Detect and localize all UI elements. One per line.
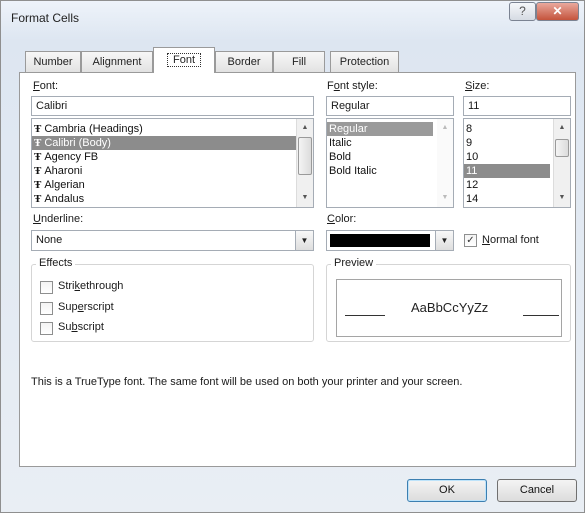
list-item[interactable]: Italic [327, 136, 453, 150]
scroll-up-arrow-icon[interactable]: ▲ [437, 121, 453, 135]
list-item[interactable]: Ŧ Cambria (Headings) [32, 122, 313, 136]
font-item-label: Cambria (Headings) [44, 123, 143, 135]
chevron-down-icon[interactable]: ▼ [295, 231, 313, 250]
font-input[interactable]: Calibri [31, 96, 314, 116]
font-style-label-rest: nt style: [339, 80, 378, 92]
list-item[interactable]: Ŧ Agency FB [32, 150, 313, 164]
size-list[interactable]: 8 9 10 11 12 14 ▲ ▼ [463, 118, 571, 208]
subscript-checkbox[interactable] [40, 322, 53, 335]
list-item[interactable]: Bold [327, 150, 453, 164]
font-list[interactable]: Ŧ Cambria (Headings) Ŧ Calibri (Body) Ŧ Age… [31, 118, 314, 208]
list-item[interactable]: 11 [464, 164, 550, 178]
font-item-label: Algerian [44, 179, 85, 191]
list-item[interactable]: Ŧ Andalus [32, 192, 313, 206]
list-item[interactable]: Ŧ Aharoni [32, 164, 313, 178]
preview-box: AaBbCcYyZz [336, 279, 562, 337]
truetype-icon: Ŧ [34, 123, 42, 135]
font-item-label: Andalus [44, 193, 85, 205]
superscript-checkbox[interactable] [40, 302, 53, 315]
font-style-label: Font style: [327, 80, 378, 92]
ok-button[interactable]: OK [407, 479, 487, 502]
scroll-down-arrow-icon[interactable]: ▼ [554, 191, 570, 205]
list-item[interactable]: Ŧ Algerian [32, 178, 313, 192]
font-style-list[interactable]: Regular Italic Bold Bold Italic ▲ ▼ [326, 118, 454, 208]
font-item-label: Aharoni [44, 165, 83, 177]
truetype-icon: Ŧ [34, 137, 42, 149]
scroll-down-arrow-icon[interactable]: ▼ [297, 191, 313, 205]
truetype-icon: Ŧ [34, 179, 42, 191]
truetype-icon: Ŧ [34, 193, 42, 205]
underline-label-rest: nderline: [40, 213, 84, 225]
font-style-input[interactable]: Regular [326, 96, 454, 116]
strikethrough-label[interactable]: Strikethrough [58, 280, 123, 292]
strikethrough-checkbox[interactable] [40, 281, 53, 294]
normal-font-label[interactable]: Normal font [482, 234, 539, 246]
truetype-icon: Ŧ [34, 165, 42, 177]
color-label: Color: [327, 213, 357, 225]
truetype-info-text: This is a TrueType font. The same font w… [31, 376, 463, 388]
normal-font-checkbox[interactable]: ✓ [464, 234, 477, 247]
preview-sample-text: AaBbCcYyZz [411, 300, 489, 315]
truetype-icon: Ŧ [34, 151, 42, 163]
chevron-down-icon[interactable]: ▼ [435, 231, 453, 250]
font-label-rest: ont: [39, 80, 59, 92]
scroll-up-arrow-icon[interactable]: ▲ [554, 121, 570, 135]
font-item-label: Calibri (Body) [44, 137, 111, 149]
font-list-items: Ŧ Cambria (Headings) Ŧ Calibri (Body) Ŧ Age… [32, 119, 313, 206]
list-item[interactable]: Bold Italic [327, 164, 453, 178]
underline-label: Underline: [33, 213, 84, 225]
cancel-button[interactable]: Cancel [497, 479, 577, 502]
underline-dropdown[interactable]: None ▼ [31, 230, 314, 251]
font-label: Font: [33, 80, 59, 92]
list-item[interactable]: Ŧ Calibri (Body) [32, 136, 313, 150]
font-style-items: Regular Italic Bold Bold Italic [327, 119, 453, 178]
scroll-up-arrow-icon[interactable]: ▲ [297, 121, 313, 135]
subscript-label[interactable]: Subscript [58, 321, 104, 333]
superscript-label[interactable]: Superscript [58, 301, 114, 313]
scroll-down-arrow-icon[interactable]: ▼ [437, 191, 453, 205]
underline-value: None [36, 234, 63, 246]
color-dropdown[interactable]: ▼ [326, 230, 454, 251]
effects-title: Effects [36, 257, 76, 269]
preview-title: Preview [331, 257, 377, 269]
color-swatch [330, 234, 430, 247]
preview-baseline-right [523, 315, 559, 316]
size-label-rest: ize: [472, 80, 490, 92]
list-item[interactable]: Regular [327, 122, 433, 136]
size-input[interactable]: 11 [463, 96, 571, 116]
scroll-thumb[interactable] [555, 139, 569, 157]
font-item-label: Agency FB [44, 151, 99, 163]
preview-baseline-left [345, 315, 385, 316]
scroll-thumb[interactable] [298, 137, 312, 175]
font-style-scrollbar[interactable]: ▲ ▼ [437, 119, 453, 207]
normal-font-label-rest: ormal font [489, 234, 539, 246]
color-label-rest: olor: [334, 213, 357, 225]
size-list-scrollbar[interactable]: ▲ ▼ [553, 119, 570, 207]
size-label: Size: [465, 80, 490, 92]
font-list-scrollbar[interactable]: ▲ ▼ [296, 119, 313, 207]
